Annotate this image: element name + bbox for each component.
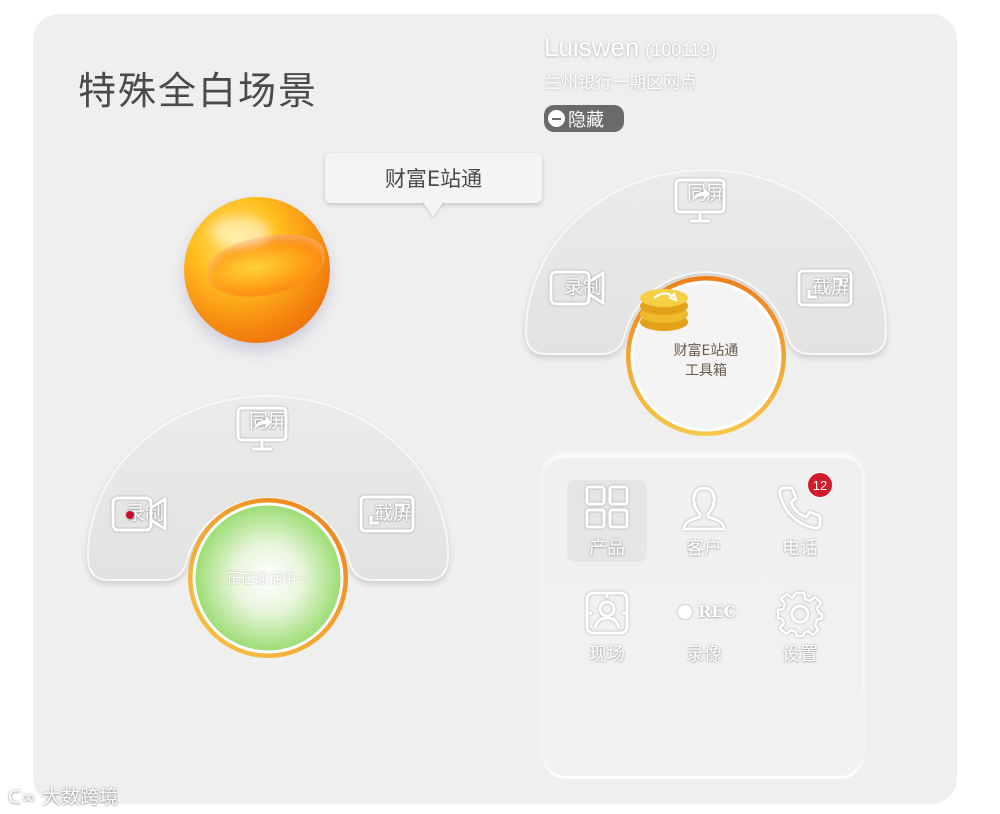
user-name-text: Luiswen	[544, 32, 640, 62]
coin-stack-icon	[640, 289, 688, 331]
video-camera-recording-icon	[111, 496, 167, 532]
call-screen-share-button[interactable]: 同屏	[234, 406, 302, 451]
rec-dot	[678, 604, 692, 619]
call-status-label: 正在通话中···	[226, 571, 310, 587]
app-item-products[interactable]: 产品	[567, 480, 647, 562]
watermark-text: 大数跨境	[42, 786, 119, 808]
hide-button-label: 隐藏	[568, 109, 604, 131]
branch-name: 兰州银行一期区网点	[544, 73, 697, 93]
app-item-products-label: 产品	[589, 538, 625, 559]
phone-badge: 12	[807, 472, 833, 498]
toolbox-center-button[interactable]: 财富E站通 工具箱	[636, 286, 776, 426]
toolbox-center-line1: 财富E站通	[673, 343, 739, 359]
app-item-settings-label: 设置	[782, 644, 818, 665]
app-item-customers-label: 客户	[686, 538, 722, 559]
grid-icon	[585, 485, 629, 529]
screen-share-icon	[674, 178, 726, 223]
tooltip-label: 财富E站通	[384, 167, 483, 191]
toolbox-screen-share-button[interactable]: 同屏	[672, 178, 740, 223]
floating-logo-ball[interactable]	[184, 197, 330, 343]
rec-icon: REC	[678, 602, 736, 621]
site-camera-icon	[585, 591, 629, 635]
app-item-settings[interactable]: 设置	[760, 586, 840, 668]
toolbox-center-line2: 工具箱	[685, 363, 727, 379]
app-item-phone-label: 电话	[782, 538, 818, 559]
watermark-logo-icon: ᑕ∞	[8, 787, 37, 808]
hide-button[interactable]: 隐藏	[544, 105, 624, 132]
minus-icon	[548, 110, 565, 127]
call-record-button[interactable]: 录制	[110, 494, 180, 532]
app-item-customers[interactable]: 客户	[664, 480, 744, 562]
screenshot-icon	[797, 269, 853, 307]
user-name: Luiswen (100119)	[544, 32, 716, 63]
rec-text: REC	[698, 602, 737, 621]
tooltip-arrow	[422, 201, 444, 217]
call-arc-widget: 同屏 录制 截屏 正在通话中···	[86, 395, 450, 666]
page-title: 特殊全白场景	[78, 69, 319, 113]
logo-shine	[210, 217, 270, 247]
screen-share-icon	[236, 406, 288, 451]
video-camera-icon	[549, 270, 605, 306]
person-icon	[682, 486, 726, 531]
app-item-recording[interactable]: REC 录像	[664, 586, 744, 668]
app-item-site-label: 现场	[589, 644, 625, 665]
toolbox-screenshot-button[interactable]: 截屏	[796, 268, 866, 307]
call-screenshot-button[interactable]: 截屏	[358, 494, 428, 533]
user-id: (100119)	[645, 40, 717, 60]
call-status-button[interactable]: 正在通话中···	[198, 508, 338, 648]
toolbox-record-button[interactable]: 录制	[548, 268, 618, 306]
app-item-recording-label: 录像	[686, 644, 722, 665]
screenshot-icon	[359, 495, 415, 533]
gear-icon	[776, 591, 824, 638]
watermark: ᑕ∞ 大数跨境	[8, 782, 118, 809]
toolbox-arc-widget: 同屏 录制 截屏 财富E站通 工具箱	[524, 168, 888, 438]
app-item-site[interactable]: 现场	[567, 586, 647, 668]
tooltip: 财富E站通	[325, 153, 542, 203]
